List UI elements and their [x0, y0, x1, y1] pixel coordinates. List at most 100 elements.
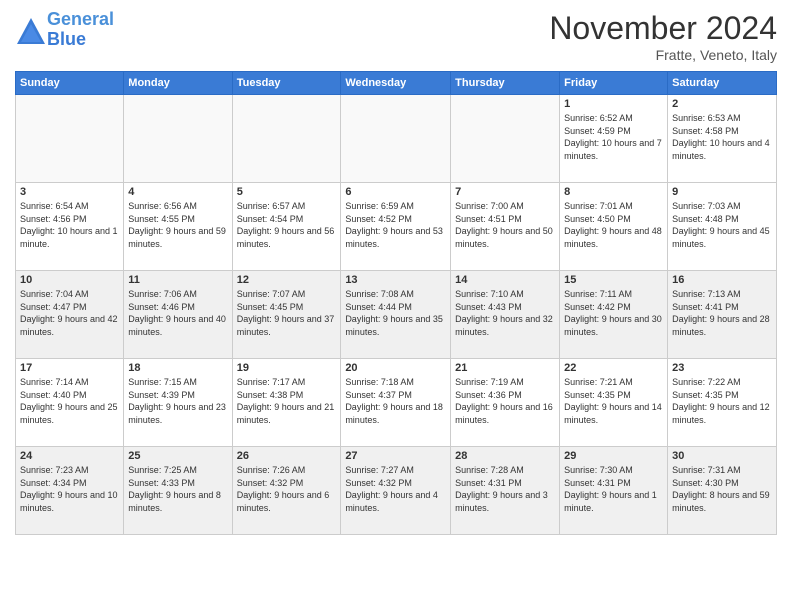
day-number: 30 [672, 450, 772, 462]
day-number: 13 [345, 274, 446, 286]
day-number: 18 [128, 362, 227, 374]
calendar-cell: 29 Sunrise: 7:30 AM Sunset: 4:31 PM Dayli… [560, 447, 668, 535]
calendar-cell: 26Sunrise: 7:26 AM Sunset: 4:32 PM Dayli… [232, 447, 341, 535]
day-info: Sunrise: 6:54 AM Sunset: 4:56 PM Dayligh… [20, 200, 119, 250]
calendar-cell: 13Sunrise: 7:08 AM Sunset: 4:44 PM Dayli… [341, 271, 451, 359]
day-number: 7 [455, 186, 555, 198]
day-info: Sunrise: 6:57 AM Sunset: 4:54 PM Dayligh… [237, 200, 337, 250]
calendar-week-3: 10 Sunrise: 7:04 AM Sunset: 4:47 PM Dayli… [16, 271, 777, 359]
calendar-cell: 28 Sunrise: 7:28 AM Sunset: 4:31 PM Dayli… [451, 447, 560, 535]
day-info: Sunrise: 6:56 AM Sunset: 4:55 PM Dayligh… [128, 200, 227, 250]
calendar-cell: 3 Sunrise: 6:54 AM Sunset: 4:56 PM Daylig… [16, 183, 124, 271]
calendar-cell: 9 Sunrise: 7:03 AM Sunset: 4:48 PM Daylig… [668, 183, 777, 271]
day-number: 29 [564, 450, 663, 462]
calendar-cell: 1Sunrise: 6:52 AM Sunset: 4:59 PM Daylig… [560, 95, 668, 183]
day-number: 27 [345, 450, 446, 462]
day-number: 23 [672, 362, 772, 374]
calendar-cell [341, 95, 451, 183]
day-info: Sunrise: 7:17 AM Sunset: 4:38 PM Dayligh… [237, 376, 337, 426]
page: General Blue November 2024 Fratte, Venet… [0, 0, 792, 612]
day-info: Sunrise: 7:13 AM Sunset: 4:41 PM Dayligh… [672, 288, 772, 338]
day-info: Sunrise: 7:30 AM Sunset: 4:31 PM Dayligh… [564, 464, 663, 514]
day-info: Sunrise: 7:28 AM Sunset: 4:31 PM Dayligh… [455, 464, 555, 514]
day-number: 21 [455, 362, 555, 374]
day-info: Sunrise: 7:19 AM Sunset: 4:36 PM Dayligh… [455, 376, 555, 426]
day-info: Sunrise: 6:53 AM Sunset: 4:58 PM Dayligh… [672, 112, 772, 162]
calendar-table: Sunday Monday Tuesday Wednesday Thursday… [15, 71, 777, 535]
calendar-cell: 27 Sunrise: 7:27 AM Sunset: 4:32 PM Dayli… [341, 447, 451, 535]
day-number: 6 [345, 186, 446, 198]
day-info: Sunrise: 7:18 AM Sunset: 4:37 PM Dayligh… [345, 376, 446, 426]
day-info: Sunrise: 7:25 AM Sunset: 4:33 PM Dayligh… [128, 464, 227, 514]
calendar-cell: 19 Sunrise: 7:17 AM Sunset: 4:38 PM Dayli… [232, 359, 341, 447]
calendar-cell: 12Sunrise: 7:07 AM Sunset: 4:45 PM Dayli… [232, 271, 341, 359]
calendar-header-row: Sunday Monday Tuesday Wednesday Thursday… [16, 72, 777, 95]
col-sunday: Sunday [16, 72, 124, 95]
day-number: 9 [672, 186, 772, 198]
day-info: Sunrise: 7:06 AM Sunset: 4:46 PM Dayligh… [128, 288, 227, 338]
calendar-cell: 21 Sunrise: 7:19 AM Sunset: 4:36 PM Dayli… [451, 359, 560, 447]
calendar-cell: 22 Sunrise: 7:21 AM Sunset: 4:35 PM Dayli… [560, 359, 668, 447]
calendar-cell: 30Sunrise: 7:31 AM Sunset: 4:30 PM Dayli… [668, 447, 777, 535]
day-number: 26 [237, 450, 337, 462]
day-info: Sunrise: 7:27 AM Sunset: 4:32 PM Dayligh… [345, 464, 446, 514]
calendar-cell: 11 Sunrise: 7:06 AM Sunset: 4:46 PM Dayli… [124, 271, 232, 359]
calendar-cell: 8 Sunrise: 7:01 AM Sunset: 4:50 PM Daylig… [560, 183, 668, 271]
day-number: 12 [237, 274, 337, 286]
calendar-cell: 4Sunrise: 6:56 AM Sunset: 4:55 PM Daylig… [124, 183, 232, 271]
day-number: 28 [455, 450, 555, 462]
calendar-cell [451, 95, 560, 183]
calendar-cell: 5 Sunrise: 6:57 AM Sunset: 4:54 PM Daylig… [232, 183, 341, 271]
day-number: 14 [455, 274, 555, 286]
calendar-cell: 7 Sunrise: 7:00 AM Sunset: 4:51 PM Daylig… [451, 183, 560, 271]
logo: General Blue [15, 10, 114, 50]
col-monday: Monday [124, 72, 232, 95]
day-number: 10 [20, 274, 119, 286]
day-info: Sunrise: 7:01 AM Sunset: 4:50 PM Dayligh… [564, 200, 663, 250]
title-block: November 2024 Fratte, Veneto, Italy [549, 10, 777, 63]
day-info: Sunrise: 6:59 AM Sunset: 4:52 PM Dayligh… [345, 200, 446, 250]
day-number: 2 [672, 98, 772, 110]
calendar-cell: 14Sunrise: 7:10 AM Sunset: 4:43 PM Dayli… [451, 271, 560, 359]
day-info: Sunrise: 7:15 AM Sunset: 4:39 PM Dayligh… [128, 376, 227, 426]
day-number: 5 [237, 186, 337, 198]
calendar-week-1: 1Sunrise: 6:52 AM Sunset: 4:59 PM Daylig… [16, 95, 777, 183]
header: General Blue November 2024 Fratte, Venet… [15, 10, 777, 63]
calendar-cell [232, 95, 341, 183]
month-title: November 2024 [549, 10, 777, 47]
day-info: Sunrise: 6:52 AM Sunset: 4:59 PM Dayligh… [564, 112, 663, 162]
day-number: 19 [237, 362, 337, 374]
day-number: 16 [672, 274, 772, 286]
logo-text: General Blue [47, 10, 114, 50]
calendar-cell: 18 Sunrise: 7:15 AM Sunset: 4:39 PM Dayli… [124, 359, 232, 447]
day-info: Sunrise: 7:21 AM Sunset: 4:35 PM Dayligh… [564, 376, 663, 426]
day-info: Sunrise: 7:14 AM Sunset: 4:40 PM Dayligh… [20, 376, 119, 426]
day-info: Sunrise: 7:03 AM Sunset: 4:48 PM Dayligh… [672, 200, 772, 250]
logo-icon [15, 16, 43, 44]
calendar-cell: 16 Sunrise: 7:13 AM Sunset: 4:41 PM Dayli… [668, 271, 777, 359]
location: Fratte, Veneto, Italy [549, 47, 777, 63]
col-wednesday: Wednesday [341, 72, 451, 95]
day-number: 15 [564, 274, 663, 286]
col-tuesday: Tuesday [232, 72, 341, 95]
calendar-cell: 6 Sunrise: 6:59 AM Sunset: 4:52 PM Daylig… [341, 183, 451, 271]
day-number: 25 [128, 450, 227, 462]
calendar-cell [124, 95, 232, 183]
calendar-cell: 25 Sunrise: 7:25 AM Sunset: 4:33 PM Dayli… [124, 447, 232, 535]
day-info: Sunrise: 7:22 AM Sunset: 4:35 PM Dayligh… [672, 376, 772, 426]
day-info: Sunrise: 7:00 AM Sunset: 4:51 PM Dayligh… [455, 200, 555, 250]
col-friday: Friday [560, 72, 668, 95]
day-info: Sunrise: 7:04 AM Sunset: 4:47 PM Dayligh… [20, 288, 119, 338]
calendar-cell: 23 Sunrise: 7:22 AM Sunset: 4:35 PM Dayli… [668, 359, 777, 447]
day-number: 22 [564, 362, 663, 374]
day-number: 11 [128, 274, 227, 286]
day-number: 24 [20, 450, 119, 462]
calendar-cell: 2 Sunrise: 6:53 AM Sunset: 4:58 PM Daylig… [668, 95, 777, 183]
calendar-cell: 15Sunrise: 7:11 AM Sunset: 4:42 PM Dayli… [560, 271, 668, 359]
calendar-cell: 20 Sunrise: 7:18 AM Sunset: 4:37 PM Dayli… [341, 359, 451, 447]
calendar-cell: 10 Sunrise: 7:04 AM Sunset: 4:47 PM Dayli… [16, 271, 124, 359]
calendar-cell: 24Sunrise: 7:23 AM Sunset: 4:34 PM Dayli… [16, 447, 124, 535]
day-number: 3 [20, 186, 119, 198]
day-number: 8 [564, 186, 663, 198]
day-number: 20 [345, 362, 446, 374]
